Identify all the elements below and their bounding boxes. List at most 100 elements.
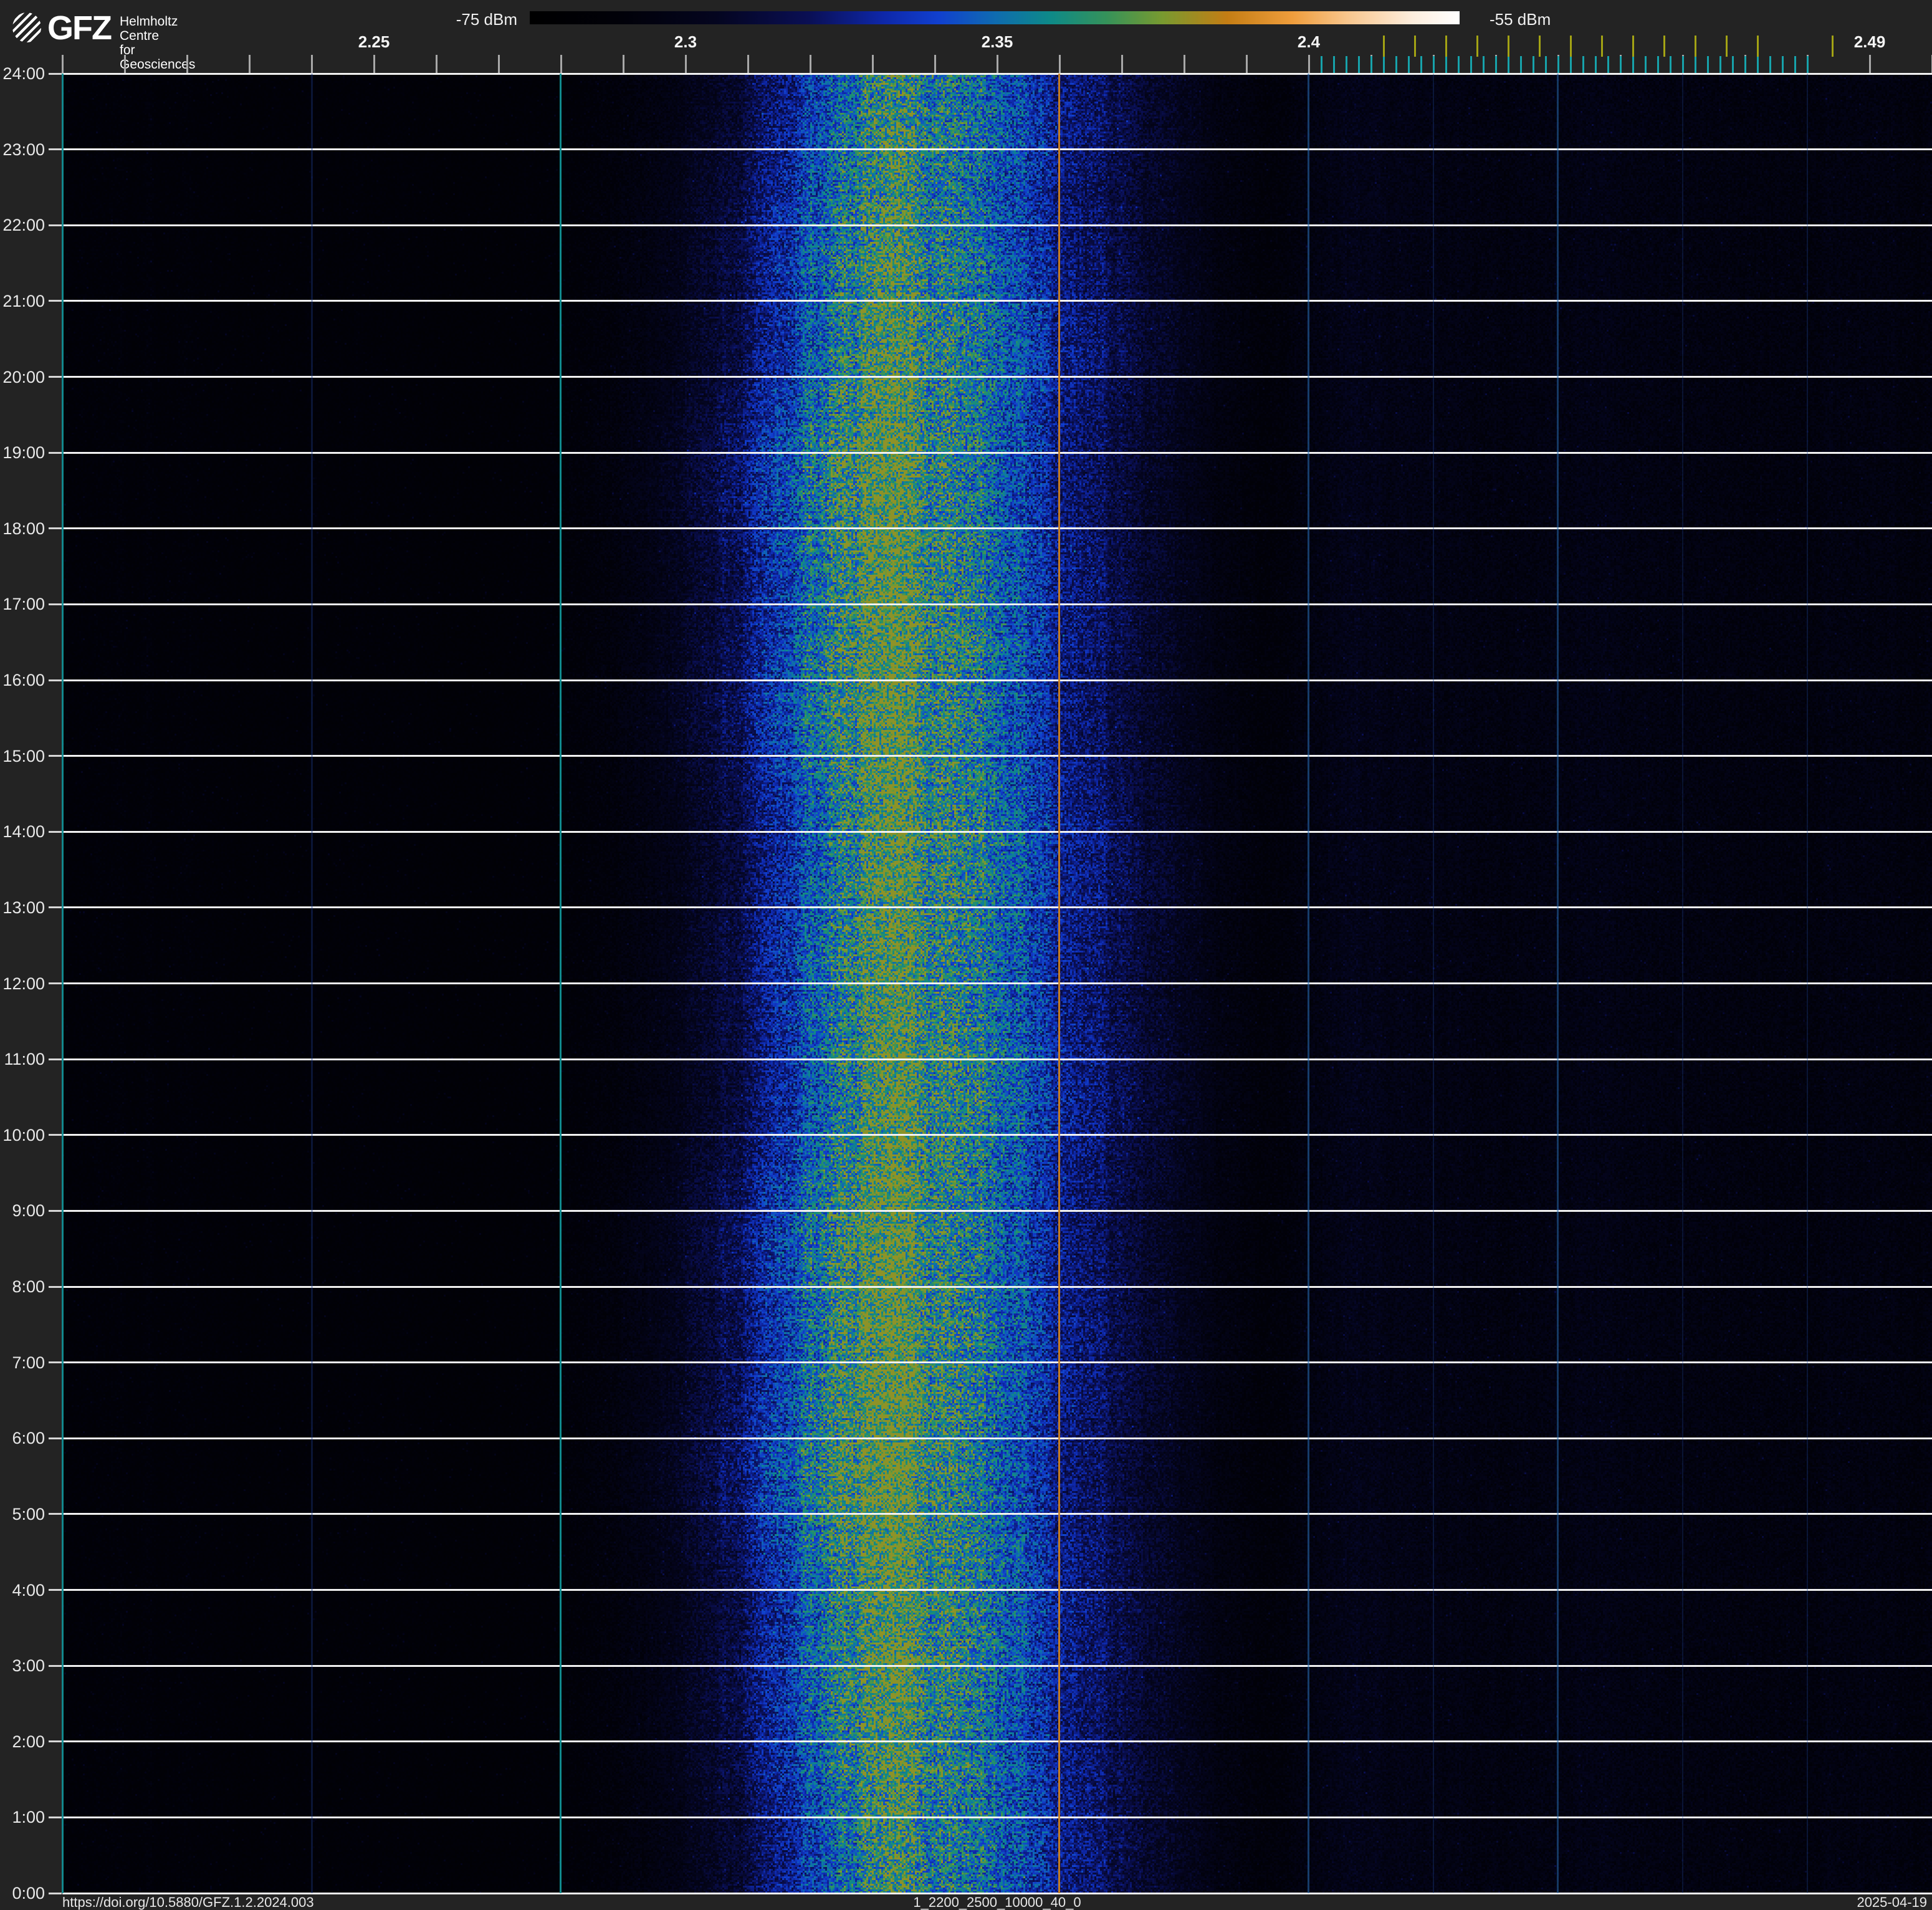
hour-gridline [62, 906, 1932, 908]
time-label: 14:00 [2, 822, 45, 841]
freq-marker-line [1058, 74, 1060, 1893]
freq-tick-minor [934, 55, 936, 74]
hour-gridline [62, 376, 1932, 378]
freq-tick-wifi [1663, 36, 1665, 57]
freq-tick-ble [1570, 56, 1572, 74]
freq-tick-ble [1807, 56, 1809, 74]
freq-tick-minor [1121, 55, 1123, 74]
freq-tick-minor [1246, 55, 1248, 74]
hour-gridline [62, 1286, 1932, 1288]
time-label: 4:00 [12, 1581, 45, 1600]
freq-tick-ble [1545, 56, 1547, 74]
freq-tick-wifi [1539, 36, 1541, 57]
freq-tick-ble [1495, 56, 1497, 74]
freq-tick-ble [1682, 56, 1684, 74]
time-label: 6:00 [12, 1429, 45, 1447]
time-label: 13:00 [2, 898, 45, 917]
freq-tick-ble [1620, 56, 1622, 74]
freq-tick-ble [1408, 56, 1410, 74]
freq-tick-ble [1533, 56, 1534, 74]
time-label: 15:00 [2, 747, 45, 765]
hour-gridline [62, 527, 1932, 529]
freq-tick-minor [685, 55, 687, 74]
freq-tick-ble [1470, 56, 1472, 74]
time-tick [49, 1816, 62, 1818]
freq-tick-ble [1458, 56, 1460, 74]
time-tick [49, 679, 62, 681]
freq-tick-wifi [1476, 36, 1478, 57]
freq-tick-ble [1744, 56, 1746, 74]
freq-label: 2.4 [1297, 32, 1321, 51]
freq-tick-minor [373, 55, 375, 74]
footer-dataset-id: 1_2200_2500_10000_40_0 [913, 1894, 1081, 1910]
freq-tick-ble [1719, 56, 1721, 74]
time-tick [49, 1740, 62, 1742]
freq-label: 2.3 [674, 32, 697, 51]
freq-marker-line [1433, 74, 1434, 1893]
freq-tick-minor [436, 55, 438, 74]
freq-tick-minor [1059, 55, 1061, 74]
time-tick [49, 831, 62, 833]
freq-tick-ble [1358, 56, 1360, 74]
freq-tick-wifi [1508, 36, 1509, 57]
freq-tick-ble [1657, 56, 1659, 74]
time-label: 12:00 [2, 974, 45, 993]
time-tick [49, 1513, 62, 1515]
hour-gridline [62, 755, 1932, 757]
hour-gridline [62, 452, 1932, 454]
time-tick [49, 376, 62, 378]
time-label: 20:00 [2, 368, 45, 386]
freq-tick-wifi [1601, 36, 1603, 57]
freq-tick-minor [1184, 55, 1185, 74]
freq-tick-ble [1445, 56, 1447, 74]
freq-tick-minor [997, 55, 998, 74]
time-label: 3:00 [12, 1656, 45, 1675]
freq-tick-ble [1383, 56, 1385, 74]
freq-tick-minor [747, 55, 749, 74]
time-tick [49, 1361, 62, 1363]
freq-tick-minor [498, 55, 500, 74]
freq-marker-line [1308, 74, 1309, 1893]
time-tick [49, 1058, 62, 1060]
freq-tick-ble [1782, 56, 1784, 74]
hour-gridline [62, 1816, 1932, 1818]
freq-marker-line [1682, 74, 1683, 1893]
freq-tick-ble [1346, 56, 1347, 74]
freq-tick-wifi [1695, 36, 1696, 57]
time-tick [49, 527, 62, 529]
hour-gridline [62, 1513, 1932, 1515]
spectrogram-page: GFZ Helmholtz Centre for Geosciences -75… [0, 0, 1932, 1910]
time-axis: 24:00 23:00 22:00 21:00 20:00 19:00 18:00 17:00… [0, 0, 62, 1910]
freq-tick-minor [1869, 55, 1871, 74]
time-tick [49, 148, 62, 150]
time-tick [49, 1286, 62, 1288]
freq-tick-ble [1520, 56, 1522, 74]
hour-gridline [62, 831, 1932, 833]
time-label: 10:00 [2, 1126, 45, 1145]
freq-tick-ble [1483, 56, 1485, 74]
freq-tick-wifi [1757, 36, 1759, 57]
freq-tick-minor [186, 55, 188, 74]
hour-gridline [62, 1210, 1932, 1212]
freq-tick-ble [1695, 56, 1696, 74]
freq-tick-ble [1645, 56, 1647, 74]
time-tick [49, 452, 62, 454]
freq-label: 2.25 [358, 32, 390, 51]
time-label: 22:00 [2, 216, 45, 234]
freq-tick-ble [1508, 56, 1509, 74]
freq-tick-ble [1757, 56, 1759, 74]
freq-tick-minor [623, 55, 624, 74]
time-tick [49, 1437, 62, 1439]
time-tick [49, 224, 62, 226]
freq-tick-minor [124, 55, 126, 74]
freq-label: 2.35 [981, 32, 1013, 51]
time-label: 18:00 [2, 519, 45, 538]
time-tick [49, 603, 62, 605]
time-label: 9:00 [12, 1201, 45, 1220]
hour-gridline [62, 73, 1932, 75]
freq-tick-ble [1333, 56, 1335, 74]
time-label: 5:00 [12, 1505, 45, 1524]
freq-tick-wifi [1383, 36, 1385, 57]
freq-tick-ble [1420, 56, 1422, 74]
freq-tick-ble [1632, 56, 1634, 74]
